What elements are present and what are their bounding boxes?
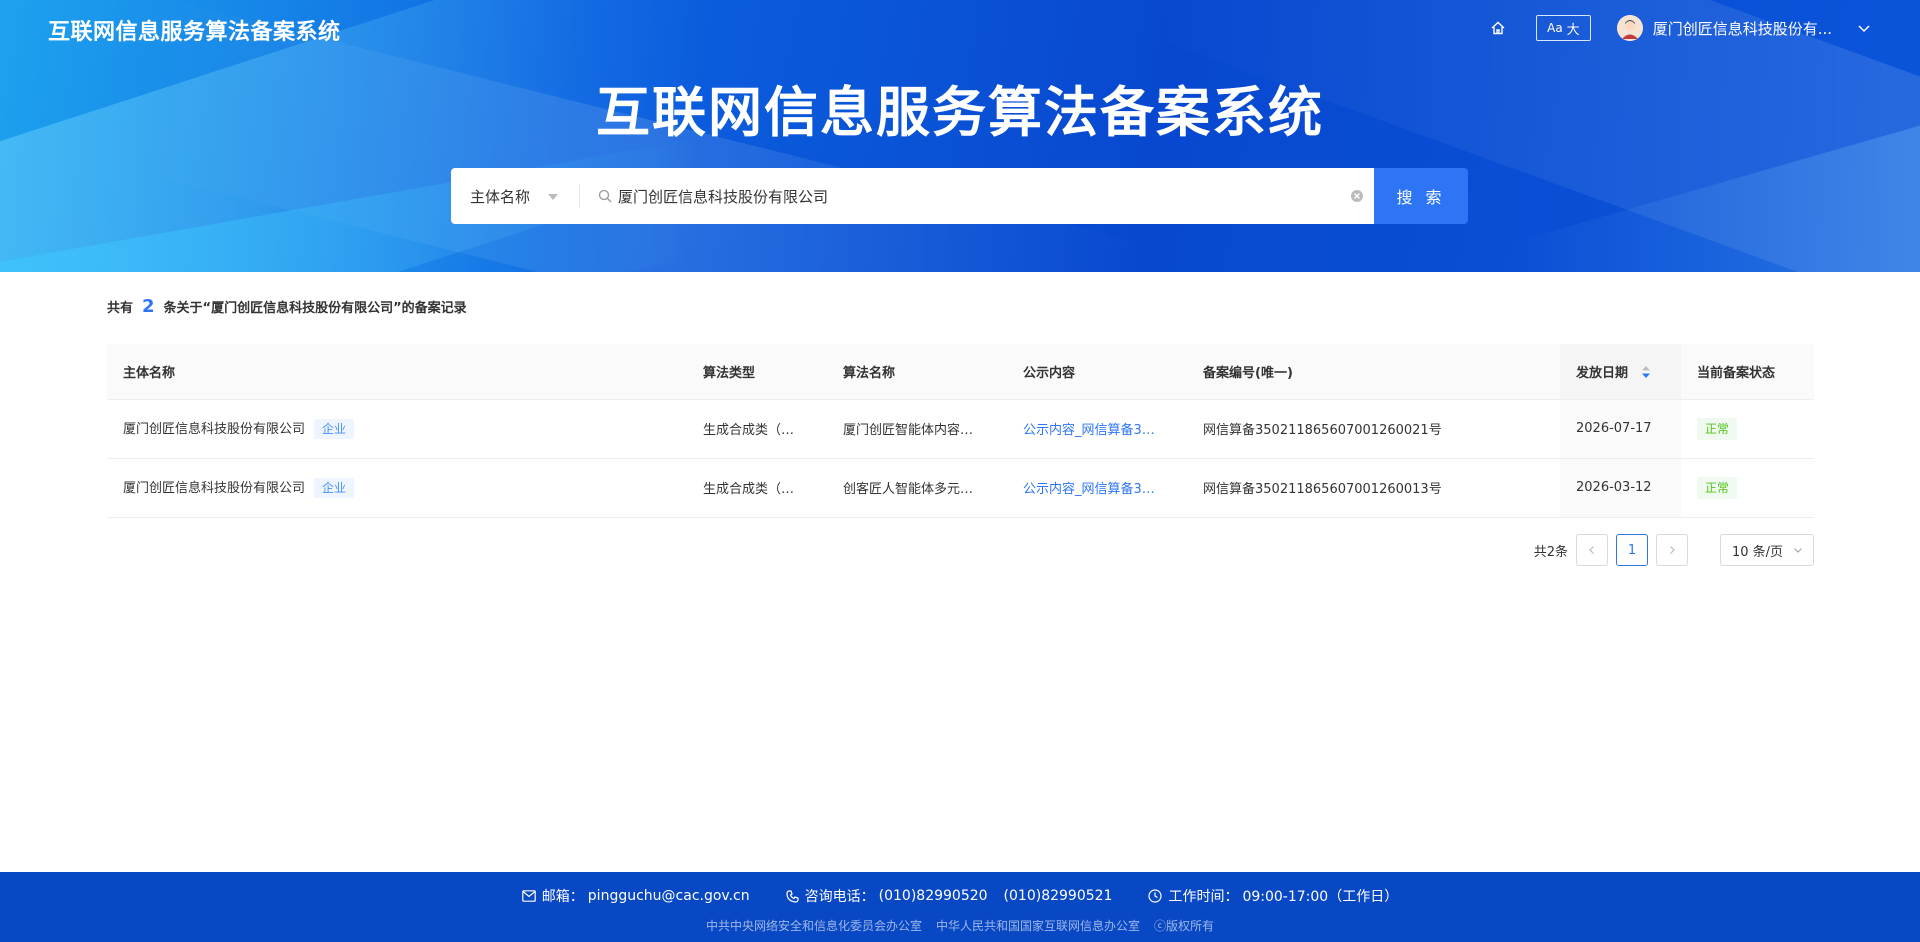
footer-email: 邮箱： pingguchu@cac.gov.cn	[521, 886, 750, 906]
avatar[interactable]	[1616, 15, 1643, 41]
footer-phone: 咨询电话： (010)82990520 (010)82990521	[786, 886, 1113, 906]
footer: 邮箱： pingguchu@cac.gov.cn 咨询电话： (010)8299…	[0, 872, 1920, 942]
status-badge: 正常	[1697, 417, 1738, 440]
cell-date: 2026-07-17	[1560, 399, 1681, 459]
pagination-total: 共2条	[1533, 544, 1568, 560]
content-link[interactable]: 公示内容_网信算备3…	[1023, 482, 1155, 497]
clear-icon[interactable]	[1350, 189, 1364, 203]
search-input[interactable]	[618, 187, 1350, 205]
search-type-label: 主体名称	[470, 187, 531, 206]
table-row: 厦门创匠信息科技股份有限公司 企业 生成合成类（… 创客匠人智能体多元… 公示内容…	[107, 458, 1814, 518]
chevron-left-icon	[1589, 546, 1594, 554]
cell-content: 公示内容_网信算备3…	[1007, 458, 1187, 518]
home-icon	[1491, 21, 1505, 35]
search-input-wrap	[580, 168, 1374, 224]
cell-entity: 厦门创匠信息科技股份有限公司 企业	[107, 399, 687, 459]
email-value[interactable]: pingguchu@cac.gov.cn	[588, 888, 750, 904]
cell-algo-type: 生成合成类（…	[687, 399, 827, 459]
phone-value-2: (010)82990521	[1003, 888, 1113, 904]
page-button-current[interactable]: 1	[1616, 534, 1648, 566]
email-label: 邮箱：	[541, 889, 584, 905]
user-avatar-icon	[1616, 15, 1643, 41]
caret-down-icon	[548, 194, 558, 200]
cell-date: 2026-03-12	[1560, 458, 1681, 518]
content-link[interactable]: 公示内容_网信算备3…	[1023, 423, 1155, 438]
brand-title[interactable]: 互联网信息服务算法备案系统	[48, 14, 341, 46]
summary-suffix: 条关于“厦门创匠信息科技股份有限公司”的备案记录	[163, 301, 467, 316]
footer-hours: 工作时间： 09:00-17:00（工作日）	[1148, 886, 1398, 906]
cell-content: 公示内容_网信算备3…	[1007, 399, 1187, 459]
column-header-date[interactable]: 发放日期	[1560, 344, 1681, 400]
cell-algo-type: 生成合成类（…	[687, 458, 827, 518]
result-count: 2	[142, 296, 155, 317]
column-header-date-label: 发放日期	[1576, 365, 1629, 381]
page-size-select[interactable]: 10 条/页	[1720, 534, 1814, 566]
footer-org-1: 中共中央网络安全和信息化委员会办公室	[705, 919, 922, 933]
search-type-select[interactable]: 主体名称	[451, 168, 580, 224]
cell-status: 正常	[1681, 399, 1814, 459]
footer-orgs: 中共中央网络安全和信息化委员会办公室 中华人民共和国国家互联网信息办公室 ⓒ版权…	[0, 917, 1920, 934]
entity-tag: 企业	[314, 419, 355, 439]
clock-icon	[1148, 889, 1163, 903]
page-size-label: 10 条/页	[1732, 544, 1784, 560]
results-table: 主体名称 算法类型 算法名称 公示内容 备案编号(唯一) 发放日期 当前备案状态…	[107, 344, 1814, 518]
page-title: 互联网信息服务算法备案系统	[596, 81, 1324, 144]
cell-record-no: 网信算备350211865607001260021号	[1187, 399, 1560, 459]
cell-status: 正常	[1681, 458, 1814, 518]
entity-name: 厦门创匠信息科技股份有限公司	[123, 481, 306, 496]
column-header-entity: 主体名称	[107, 344, 687, 400]
header-banner: 互联网信息服务算法备案系统 Aa 大 厦门创匠信息科技股份有... 互联网信息服…	[0, 0, 1920, 272]
footer-copyright: ⓒ版权所有	[1154, 919, 1215, 933]
header-toolbar: Aa 大 厦门创匠信息科技股份有...	[1486, 14, 1872, 42]
font-size-toggle[interactable]: Aa 大	[1536, 15, 1591, 41]
font-toggle-small: Aa	[1547, 21, 1563, 35]
prev-page-button[interactable]	[1576, 534, 1608, 566]
table-row: 厦门创匠信息科技股份有限公司 企业 生成合成类（… 厦门创匠智能体内容… 公示内容…	[107, 399, 1814, 459]
mail-icon	[521, 890, 536, 902]
cell-algo-name: 厦门创匠智能体内容…	[827, 399, 1007, 459]
chevron-down-icon[interactable]	[1856, 20, 1872, 36]
home-button[interactable]	[1486, 16, 1510, 40]
font-toggle-big: 大	[1566, 22, 1580, 38]
chevron-right-icon	[1670, 546, 1675, 554]
cell-algo-name: 创客匠人智能体多元…	[827, 458, 1007, 518]
cell-record-no: 网信算备350211865607001260013号	[1187, 458, 1560, 518]
status-badge: 正常	[1697, 476, 1738, 499]
column-header-record-no: 备案编号(唯一)	[1187, 344, 1560, 400]
footer-contact: 邮箱： pingguchu@cac.gov.cn 咨询电话： (010)8299…	[0, 886, 1920, 906]
column-header-content: 公示内容	[1007, 344, 1187, 400]
summary-prefix: 共有	[107, 301, 134, 316]
column-header-status: 当前备案状态	[1681, 344, 1814, 400]
search-icon	[598, 189, 612, 203]
pagination: 共2条 1 10 条/页	[1534, 534, 1814, 566]
column-header-algo-name: 算法名称	[827, 344, 1007, 400]
entity-name: 厦门创匠信息科技股份有限公司	[123, 422, 306, 437]
hours-value: 09:00-17:00（工作日）	[1242, 889, 1399, 905]
hours-label: 工作时间：	[1168, 889, 1239, 905]
table-header-row: 主体名称 算法类型 算法名称 公示内容 备案编号(唯一) 发放日期 当前备案状态	[107, 344, 1814, 400]
next-page-button[interactable]	[1656, 534, 1688, 566]
sort-icon[interactable]	[1642, 366, 1651, 379]
user-name[interactable]: 厦门创匠信息科技股份有...	[1653, 18, 1832, 39]
result-summary: 共有 2 条关于“厦门创匠信息科技股份有限公司”的备案记录	[107, 296, 467, 317]
phone-label: 咨询电话：	[804, 889, 875, 905]
column-header-algo-type: 算法类型	[687, 344, 827, 400]
search-bar: 主体名称 搜 索	[451, 168, 1468, 224]
search-button[interactable]: 搜 索	[1374, 168, 1468, 224]
phone-icon	[786, 889, 799, 903]
cell-entity: 厦门创匠信息科技股份有限公司 企业	[107, 458, 687, 518]
chevron-down-icon	[1794, 548, 1802, 553]
footer-org-2: 中华人民共和国国家互联网信息办公室	[935, 919, 1140, 933]
phone-value-1: (010)82990520	[878, 888, 988, 904]
entity-tag: 企业	[314, 478, 355, 498]
